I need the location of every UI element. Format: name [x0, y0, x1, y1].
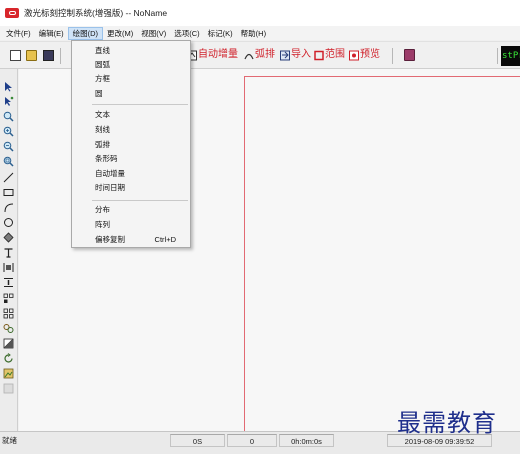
watermark-text: 最需教育	[397, 409, 497, 437]
import-icon	[280, 50, 290, 61]
menu-item-circle[interactable]: 圆	[73, 87, 189, 101]
digital-display: stPr	[501, 46, 520, 66]
menu-options[interactable]: 选项(C)	[170, 27, 203, 40]
line-tool-icon[interactable]	[3, 172, 14, 183]
range-button[interactable]: 范围	[325, 48, 345, 62]
menu-modify[interactable]: 更改(M)	[103, 27, 137, 40]
range-icon	[314, 50, 324, 61]
arc-tool-icon[interactable]	[3, 202, 14, 213]
menu-view[interactable]: 视图(V)	[137, 27, 170, 40]
array-tool-icon[interactable]	[3, 293, 14, 304]
menu-separator	[92, 200, 188, 201]
distribute-tool-icon[interactable]	[3, 277, 14, 288]
auto-increment-button[interactable]: 自动增量	[198, 48, 238, 62]
text-tool-icon[interactable]	[3, 247, 14, 258]
menu-item-line[interactable]: 直线	[73, 44, 189, 58]
menu-help[interactable]: 帮助(H)	[237, 27, 270, 40]
group-tool-icon[interactable]	[3, 323, 14, 334]
toolbar-separator	[392, 48, 393, 64]
select-arrow-icon[interactable]	[3, 81, 14, 92]
status-count: 0S	[170, 434, 225, 447]
menu-edit[interactable]: 编辑(E)	[35, 27, 68, 40]
node-edit-icon[interactable]	[3, 96, 14, 107]
menu-item-label: 偏移复制	[95, 235, 125, 244]
left-tool-strip	[0, 69, 18, 431]
title-bar: 激光标刻控制系统(增强版) -- NoName	[0, 0, 520, 26]
zoom-icon[interactable]	[3, 111, 14, 122]
menu-item-arc[interactable]: 圆弧	[73, 58, 189, 72]
rotate-tool-icon[interactable]	[3, 353, 14, 364]
preview-icon	[349, 50, 359, 61]
zoom-fit-icon[interactable]	[3, 156, 14, 167]
preview-button[interactable]: 预览	[360, 48, 380, 62]
menu-item-rectangle[interactable]: 方框	[73, 72, 189, 86]
open-folder-icon[interactable]	[26, 50, 37, 61]
marking-area-frame	[244, 76, 520, 436]
menu-item-offset-copy[interactable]: 偏移复制 Ctrl+D	[73, 233, 189, 247]
image-tool-icon[interactable]	[3, 368, 14, 379]
toolbar-separator	[497, 48, 498, 64]
menu-item-auto-increment[interactable]: 自动增量	[73, 167, 189, 181]
fill-tool-icon[interactable]	[3, 232, 14, 243]
menu-item-barcode[interactable]: 条形码	[73, 152, 189, 166]
menu-item-array[interactable]: 阵列	[73, 218, 189, 232]
rectangle-tool-icon[interactable]	[3, 187, 14, 198]
new-file-icon[interactable]	[10, 50, 21, 61]
align-tool-icon[interactable]	[3, 262, 14, 273]
arc-layout-button[interactable]: 弧排	[255, 48, 275, 62]
zoom-out-icon[interactable]	[3, 141, 14, 152]
window-title: 激光标刻控制系统(增强版) -- NoName	[24, 8, 168, 18]
status-elapsed: 0h:0m:0s	[279, 434, 334, 447]
import-button[interactable]: 导入	[291, 48, 311, 62]
menu-bar: 文件(F) 编辑(E) 绘图(D) 更改(M) 视图(V) 选项(C) 标记(K…	[0, 26, 520, 40]
menu-item-date-time[interactable]: 时间日期	[73, 181, 189, 195]
menu-item-arc-text[interactable]: 弧排	[73, 138, 189, 152]
toolbar-separator	[60, 48, 61, 64]
menu-item-shortcut: Ctrl+D	[154, 235, 176, 244]
disabled-tool-icon	[3, 383, 14, 394]
app-logo-icon	[5, 8, 19, 18]
save-disk-icon[interactable]	[43, 50, 54, 61]
draw-menu-dropdown: 直线 圆弧 方框 圆 文本 刻线 弧排 条形码 自动增量 时间日期 分布 阵列 …	[71, 40, 191, 248]
arc-layout-icon	[244, 53, 254, 60]
menu-mark[interactable]: 标记(K)	[204, 27, 237, 40]
menu-draw[interactable]: 绘图(D)	[67, 26, 103, 40]
mirror-tool-icon[interactable]	[3, 338, 14, 349]
status-value: 0	[227, 434, 277, 447]
menu-file[interactable]: 文件(F)	[2, 27, 35, 40]
circle-tool-icon[interactable]	[3, 217, 14, 228]
menu-item-text[interactable]: 文本	[73, 108, 189, 122]
menu-separator	[92, 104, 188, 105]
menu-item-scale-line[interactable]: 刻线	[73, 123, 189, 137]
book-icon[interactable]	[404, 49, 415, 61]
grid-tool-icon[interactable]	[3, 308, 14, 319]
status-ready: 就绪	[2, 436, 17, 445]
menu-item-distribute[interactable]: 分布	[73, 203, 189, 217]
zoom-in-icon[interactable]	[3, 126, 14, 137]
